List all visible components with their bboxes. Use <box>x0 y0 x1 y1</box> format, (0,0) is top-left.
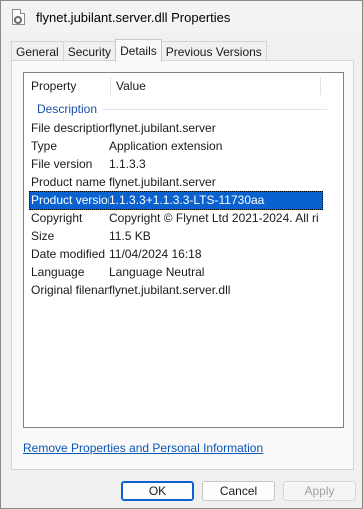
section-header-description: Description <box>24 100 343 118</box>
detail-value: flynet.jubilant.server <box>109 175 216 189</box>
cancel-button[interactable]: Cancel <box>202 481 275 501</box>
detail-property: File description <box>31 121 109 135</box>
detail-property: Product version <box>31 193 109 207</box>
detail-value: Copyright © Flynet Ltd 2021-2024. All ri… <box>109 211 319 225</box>
detail-row[interactable]: File version 1.1.3.3 <box>24 155 343 173</box>
detail-row[interactable]: Original filenameflynet.jubilant.server.… <box>24 281 343 299</box>
column-header-value[interactable]: Value <box>111 77 321 95</box>
details-panel: Property Value Description File descript… <box>11 60 354 470</box>
section-divider <box>102 108 327 110</box>
detail-property: Size <box>31 229 55 243</box>
detail-value: 1.1.3.3+1.1.3.3-LTS-11730aa <box>109 193 265 207</box>
column-header-property[interactable]: Property <box>24 77 111 95</box>
detail-value: Application extension <box>109 139 223 153</box>
section-label: Description <box>37 102 98 116</box>
detail-value: 11/04/2024 16:18 <box>109 247 202 261</box>
detail-property: Product name <box>31 175 106 189</box>
tab-details[interactable]: Details <box>115 39 162 62</box>
dll-file-icon <box>12 8 26 26</box>
ok-button[interactable]: OK <box>121 481 194 501</box>
detail-row[interactable]: Language Language Neutral <box>24 263 343 281</box>
tab-general[interactable]: General <box>11 41 64 61</box>
properties-dialog: flynet.jubilant.server.dll Properties Ge… <box>0 0 363 509</box>
detail-value: 11.5 KB <box>109 229 151 243</box>
list-header: Property Value <box>24 73 343 99</box>
window-title: flynet.jubilant.server.dll Properties <box>36 9 231 25</box>
detail-value: flynet.jubilant.server <box>109 121 216 135</box>
tab-strip: General Security Details Previous Versio… <box>11 39 267 62</box>
detail-row[interactable]: Date modified 11/04/2024 16:18 <box>24 245 343 263</box>
detail-rows: File description flynet.jubilant.server Ty… <box>24 119 343 299</box>
detail-property: File version <box>31 157 93 171</box>
apply-button[interactable]: Apply <box>283 481 356 501</box>
tab-security[interactable]: Security <box>62 41 117 61</box>
detail-property: Type <box>31 139 58 153</box>
detail-property: Copyright <box>31 211 83 225</box>
detail-row[interactable]: File description flynet.jubilant.server <box>24 119 343 137</box>
detail-property: Date modified <box>31 247 106 261</box>
remove-properties-link[interactable]: Remove Properties and Personal Informati… <box>23 441 263 455</box>
detail-property: Language <box>31 265 85 279</box>
detail-row[interactable]: Size 11.5 KB <box>24 227 343 245</box>
detail-value: Language Neutral <box>109 265 205 279</box>
detail-row[interactable]: Product name flynet.jubilant.server <box>24 173 343 191</box>
detail-row[interactable]: Type Application extension <box>24 137 343 155</box>
detail-value: 1.1.3.3 <box>109 157 146 171</box>
detail-value: flynet.jubilant.server.dll <box>109 283 231 297</box>
tab-previous-versions[interactable]: Previous Versions <box>160 41 267 61</box>
detail-row[interactable]: Product version 1.1.3.3+1.1.3.3-LTS-11730… <box>24 191 343 210</box>
detail-row[interactable]: Copyright Copyright © Flynet Ltd 2021-202… <box>24 209 343 227</box>
details-list[interactable]: Property Value Description File descript… <box>23 72 344 428</box>
detail-property: Original filename <box>31 283 109 297</box>
dialog-buttons: OK Cancel Apply <box>1 481 362 501</box>
title-bar: flynet.jubilant.server.dll Properties <box>1 1 362 33</box>
